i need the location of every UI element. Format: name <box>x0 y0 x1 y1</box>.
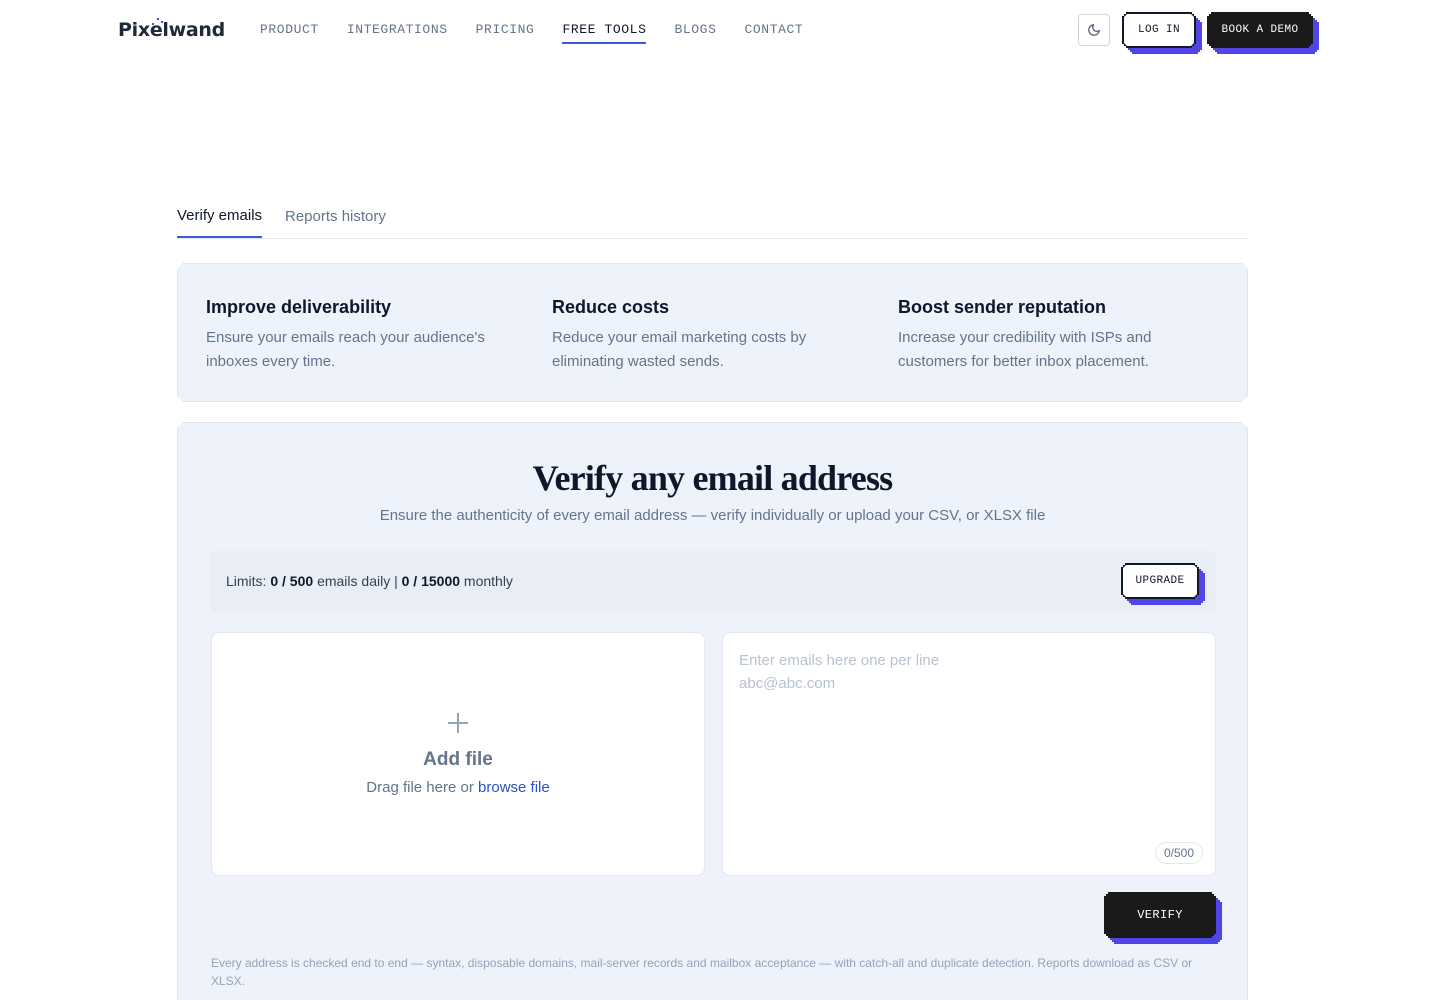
emails-textarea[interactable] <box>723 633 1215 875</box>
benefit-text: Ensure your emails reach your audience's… <box>206 329 485 370</box>
benefits-card: Improve deliverability Ensure your email… <box>177 263 1248 402</box>
login-button[interactable]: LOG IN <box>1122 12 1196 48</box>
verify-button-label: VERIFY <box>1104 892 1216 938</box>
top-nav: Pi x elwand PRODUCT INTEGRATIONS PRICING F… <box>0 0 1440 60</box>
add-file-title: Add file <box>423 749 493 770</box>
upgrade-button-label: UPGRADE <box>1123 565 1197 597</box>
monthly-usage-label: monthly <box>463 573 513 589</box>
nav-pricing[interactable]: PRICING <box>476 22 535 44</box>
browse-file-link[interactable]: browse file <box>478 779 550 796</box>
benefit-title: Improve deliverability <box>206 297 392 317</box>
daily-usage: 0 / 500 <box>270 573 314 589</box>
limits-label: Limits: <box>226 573 267 589</box>
page-title: Verify any email address <box>532 458 893 498</box>
login-button-label: LOG IN <box>1124 14 1194 46</box>
verification-footnote: Every address is checked end to end — sy… <box>211 956 1193 988</box>
email-count-badge: 0/500 <box>1155 842 1203 864</box>
logo-text-part: Pi <box>118 19 138 41</box>
benefit-title: Boost sender reputation <box>898 297 1107 317</box>
email-input-box: 0/500 <box>722 632 1216 876</box>
nav-contact[interactable]: CONTACT <box>744 22 803 44</box>
pixelwand-logo[interactable]: Pi x elwand <box>118 16 225 44</box>
benefit-text: Increase your credibility with ISPs and … <box>898 329 1152 370</box>
sparkle-icon <box>152 18 163 25</box>
logo-text-part: x <box>137 19 150 41</box>
file-dropzone[interactable]: Add file Drag file here or browse file <box>211 632 705 876</box>
main-menu: PRODUCT INTEGRATIONS PRICING FREE TOOLS … <box>260 22 803 44</box>
verify-button[interactable]: VERIFY <box>1104 892 1216 938</box>
benefit-title: Reduce costs <box>552 297 670 317</box>
book-demo-button-label: BOOK A DEMO <box>1207 12 1313 48</box>
benefit-deliverability: Improve deliverability Ensure your email… <box>206 297 506 374</box>
daily-usage-label: emails daily | <box>317 573 398 589</box>
nav-integrations[interactable]: INTEGRATIONS <box>347 22 448 44</box>
moon-icon <box>1088 24 1100 36</box>
tab-reports-history[interactable]: Reports history <box>285 208 386 238</box>
theme-toggle-button[interactable] <box>1078 14 1110 46</box>
monthly-usage: 0 / 15000 <box>401 573 461 589</box>
nav-blogs[interactable]: BLOGS <box>674 22 716 44</box>
benefit-costs: Reduce costs Reduce your email marketing… <box>552 297 852 374</box>
upgrade-button[interactable]: UPGRADE <box>1121 563 1199 599</box>
book-demo-button[interactable]: BOOK A DEMO <box>1207 12 1313 48</box>
benefit-text: Reduce your email marketing costs by eli… <box>552 329 807 370</box>
benefit-reputation: Boost sender reputation Increase your cr… <box>898 297 1198 374</box>
page-subtitle: Ensure the authenticity of every email a… <box>379 507 1046 524</box>
plus-icon <box>448 713 468 733</box>
limits-bar: Limits: 0 / 500 emails daily | 0 / 15000… <box>210 551 1216 611</box>
limits-text: Limits: 0 / 500 emails daily | 0 / 15000… <box>226 573 513 589</box>
verify-panel: Verify any email address Ensure the auth… <box>177 422 1248 1000</box>
drag-text-label: Drag file here or <box>366 779 474 796</box>
nav-product[interactable]: PRODUCT <box>260 22 319 44</box>
tool-tabs: Verify emails Reports history <box>177 196 1248 239</box>
nav-free-tools[interactable]: FREE TOOLS <box>562 22 647 44</box>
drag-text: Drag file here or browse file <box>212 779 704 796</box>
tab-verify-emails[interactable]: Verify emails <box>177 207 263 238</box>
